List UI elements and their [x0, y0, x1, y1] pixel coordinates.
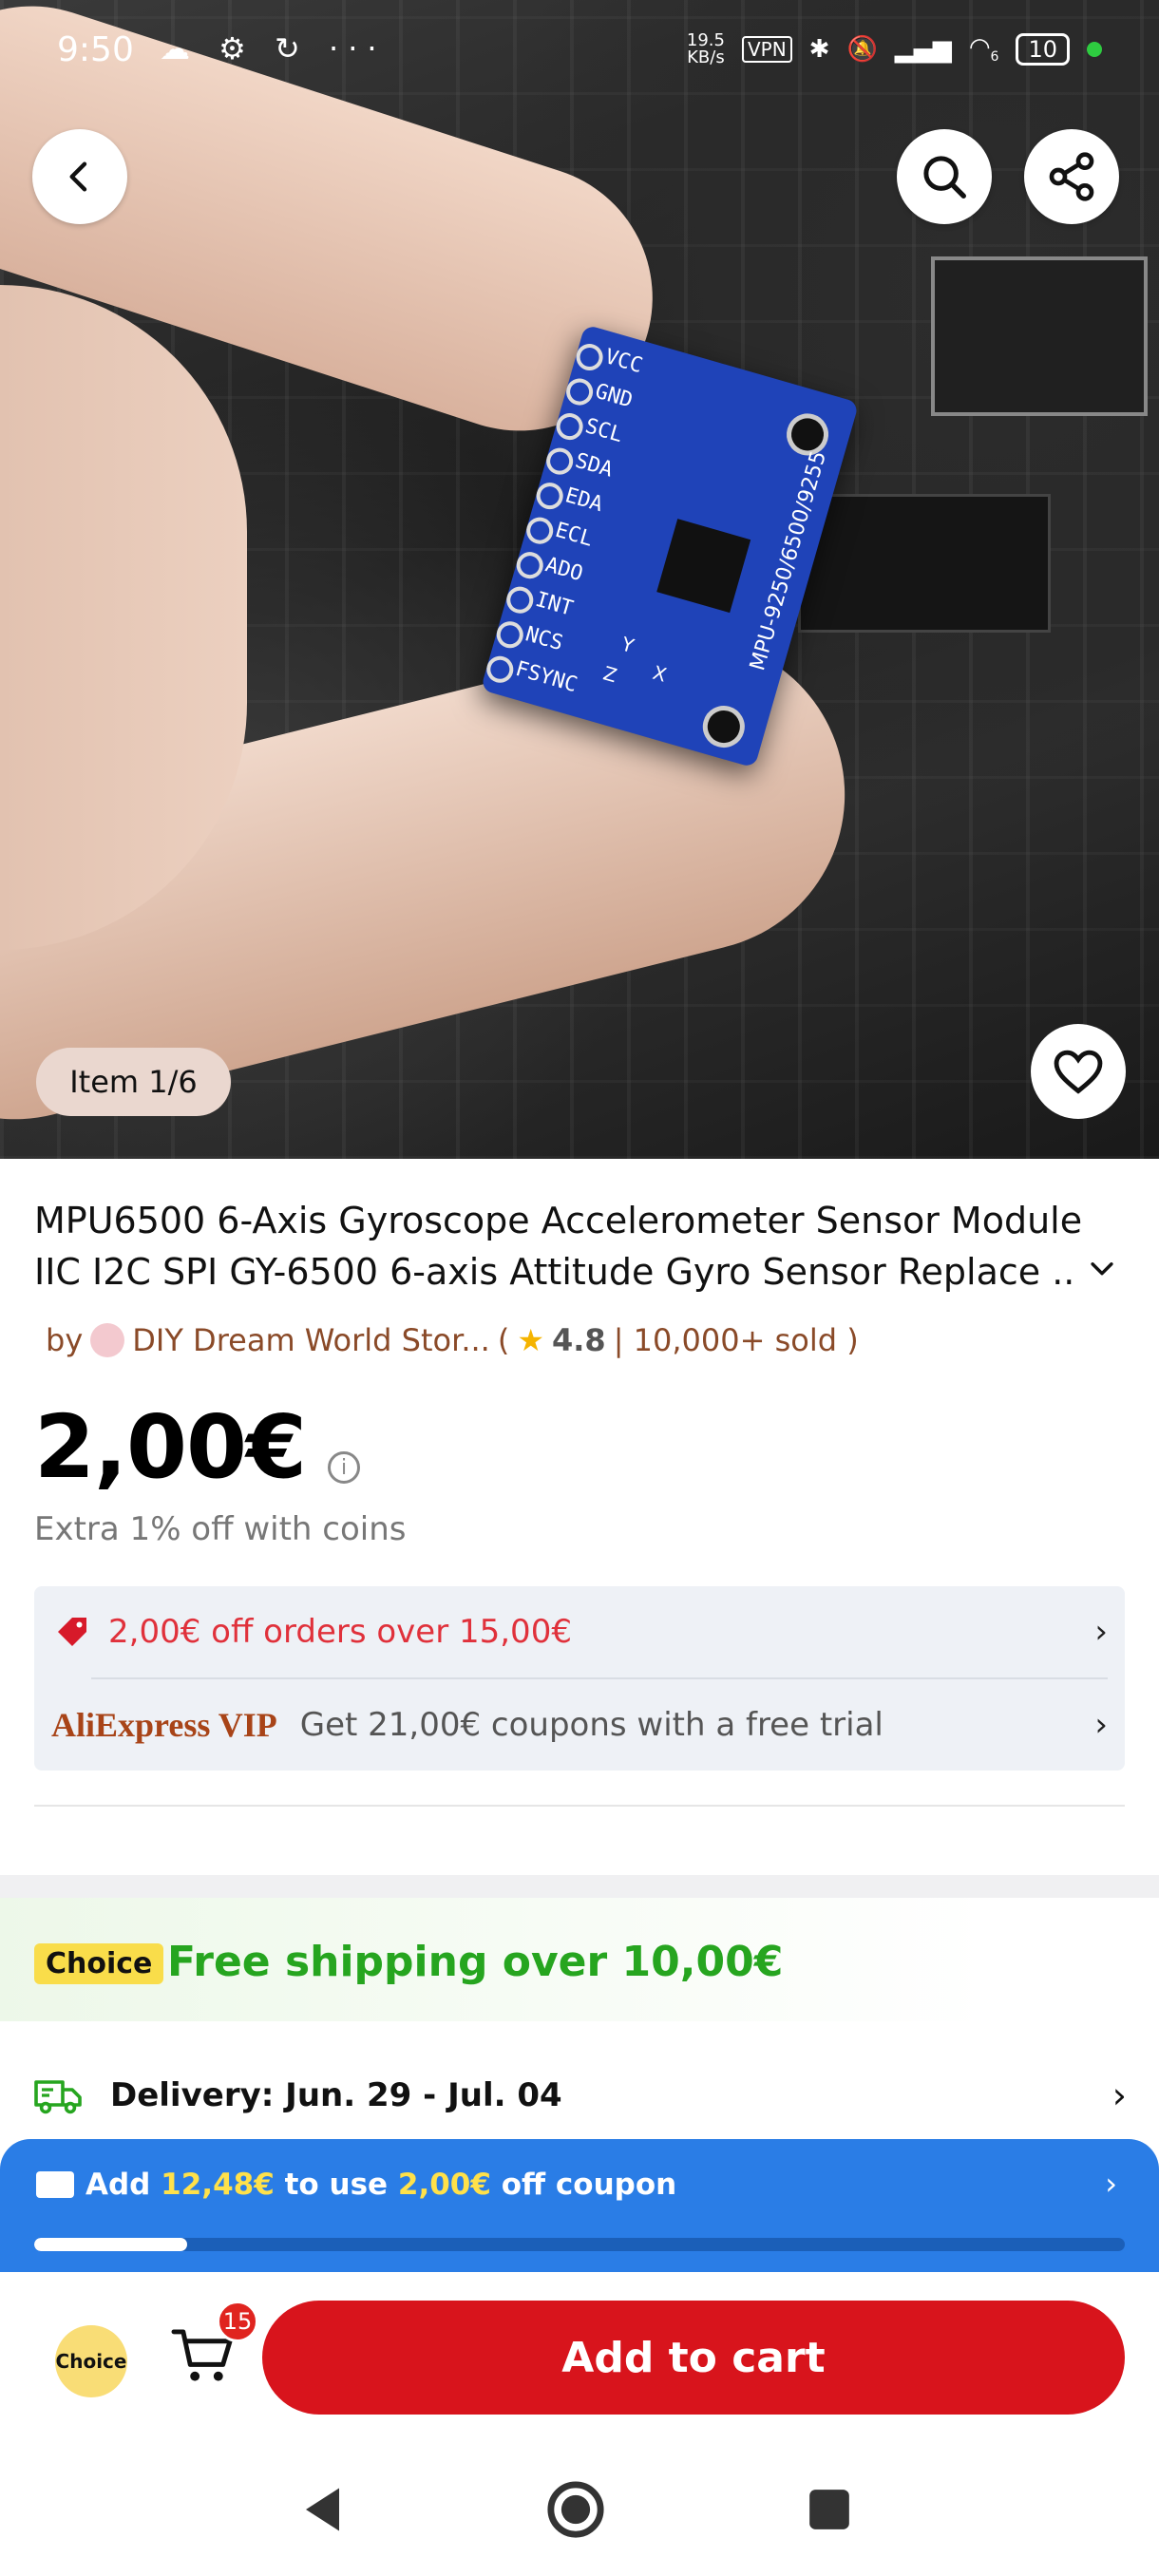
item-counter-badge: Item 1/6	[36, 1048, 231, 1116]
nav-home-icon[interactable]	[544, 2478, 607, 2541]
add-to-cart-button[interactable]: Add to cart	[262, 2301, 1125, 2415]
delivery-text: Delivery: Jun. 29 - Jul. 04	[110, 2076, 562, 2114]
privacy-dot	[1087, 42, 1102, 57]
search-icon	[923, 156, 966, 199]
product-image[interactable]: VCC GND SCL SDA EDA ECL ADO INT NCS FSYN…	[0, 0, 1159, 1159]
sold-count: | 10,000+ sold )	[613, 1322, 859, 1358]
share-icon	[1049, 152, 1094, 201]
pin-label: ADO	[542, 553, 586, 587]
status-bar: 9:50 ☁ ⚙ ↻ ··· 19.5 KB/s VPN ✱ 🔕 ▂▄▆ ◠6 …	[0, 0, 1159, 104]
choice-button[interactable]: Choice	[55, 2325, 127, 2397]
chevron-left-icon	[69, 161, 87, 192]
product-title[interactable]: MPU6500 6-Axis Gyroscope Accelerometer S…	[34, 1195, 1108, 1297]
status-right: 19.5 KB/s VPN ✱ 🔕 ▂▄▆ ◠6 10	[687, 32, 1102, 66]
mcu-chip	[656, 519, 751, 614]
chevron-right-icon: ›	[1094, 1706, 1108, 1744]
axis-label: Z	[600, 661, 620, 688]
chevron-right-icon: ›	[1105, 2166, 1117, 2202]
store-row[interactable]: by DIY Dream World Stor... ( ★ 4.8 | 10,…	[46, 1322, 859, 1358]
bluetooth-icon: ✱	[808, 35, 830, 64]
vpn-icon: VPN	[741, 36, 792, 63]
wifi-icon: ◠6	[968, 33, 999, 66]
vip-text: Get 21,00€ coupons with a free trial	[299, 1706, 884, 1744]
axis-label: Y	[618, 632, 636, 658]
pin-label: EDA	[562, 483, 606, 518]
axis-label: X	[650, 660, 670, 687]
heart-icon	[1054, 1050, 1103, 1094]
choice-badge: Choice	[34, 1943, 164, 1984]
store-avatar	[90, 1323, 125, 1357]
divider	[34, 1805, 1125, 1807]
coupon-text: Add 12,48€ to use 2,00€ off coupon	[86, 2168, 677, 2202]
share-button[interactable]	[1024, 129, 1119, 224]
free-shipping-text: Free shipping over 10,00€	[167, 1938, 784, 1986]
delivery-row[interactable]: Delivery: Jun. 29 - Jul. 04 ›	[34, 2071, 1127, 2120]
nav-back-icon[interactable]	[296, 2481, 353, 2538]
status-time: 9:50	[57, 30, 134, 69]
coupon-progress-fill	[34, 2238, 187, 2251]
chevron-right-icon: ›	[1112, 2074, 1127, 2116]
discount-row[interactable]: 2,00€ off orders over 15,00€ ›	[34, 1586, 1125, 1677]
product-title-line: IIC I2C SPI GY-6500 6-axis Attitude Gyro…	[34, 1251, 1075, 1293]
mute-icon: 🔕	[846, 35, 878, 64]
pin-label: ECL	[552, 518, 596, 552]
coupon-progress-bar[interactable]: Add 12,48€ to use 2,00€ off coupon ›	[0, 2139, 1159, 2272]
coins-offer: Extra 1% off with coins	[34, 1510, 407, 1548]
pin-label: INT	[532, 587, 576, 621]
coupon-ticket-icon	[36, 2171, 74, 2198]
battery-icon: 10	[1016, 33, 1070, 66]
notification-icons: ☁ ⚙ ↻ ···	[160, 30, 387, 66]
net-speed: 19.5 KB/s	[686, 30, 725, 67]
pin-label: GND	[592, 379, 636, 413]
pin-label: SCL	[582, 414, 626, 448]
pin-label: VCC	[602, 345, 646, 379]
choice-shipping-banner[interactable]: Choice Free shipping over 10,00€	[0, 1898, 1159, 2021]
chevron-right-icon: ›	[1094, 1613, 1108, 1651]
cart-count-badge: 15	[217, 2301, 258, 2342]
search-button[interactable]	[897, 129, 992, 224]
info-icon[interactable]: i	[328, 1451, 360, 1484]
section-separator	[0, 1875, 1159, 1898]
by-label: by	[46, 1322, 84, 1358]
bottom-action-bar: Choice 15 Add to cart	[0, 2272, 1159, 2443]
coupon-progress-track	[34, 2238, 1125, 2251]
price: 2,00€	[34, 1396, 307, 1498]
background-chip	[798, 494, 1051, 633]
wishlist-button[interactable]	[1031, 1024, 1126, 1119]
star-icon: ★	[517, 1322, 544, 1358]
pin-label: NCS	[522, 622, 566, 656]
promo-box: 2,00€ off orders over 15,00€ › AliExpres…	[34, 1586, 1125, 1771]
rating-value: 4.8	[552, 1322, 606, 1358]
pin-label: FSYNC	[512, 656, 580, 698]
aliexpress-vip-logo: AliExpress VIP	[51, 1706, 277, 1744]
store-name[interactable]: DIY Dream World Stor...	[132, 1322, 490, 1358]
vip-row[interactable]: AliExpress VIP Get 21,00€ coupons with a…	[34, 1679, 1125, 1771]
signal-icon: ▂▄▆	[894, 35, 952, 64]
product-title-line: MPU6500 6-Axis Gyroscope Accelerometer S…	[34, 1200, 1083, 1241]
background-chip	[931, 256, 1148, 416]
nav-recents-icon[interactable]	[806, 2486, 853, 2533]
back-button[interactable]	[32, 129, 127, 224]
system-nav-bar	[0, 2443, 1159, 2576]
discount-text: 2,00€ off orders over 15,00€	[108, 1613, 572, 1651]
chevron-down-icon[interactable]	[1086, 1252, 1118, 1284]
mount-hole	[697, 700, 750, 753]
truck-icon	[34, 2080, 82, 2114]
paren-open: (	[497, 1322, 510, 1358]
pin-label: SDA	[572, 448, 616, 483]
price-tag-icon	[58, 1618, 86, 1646]
